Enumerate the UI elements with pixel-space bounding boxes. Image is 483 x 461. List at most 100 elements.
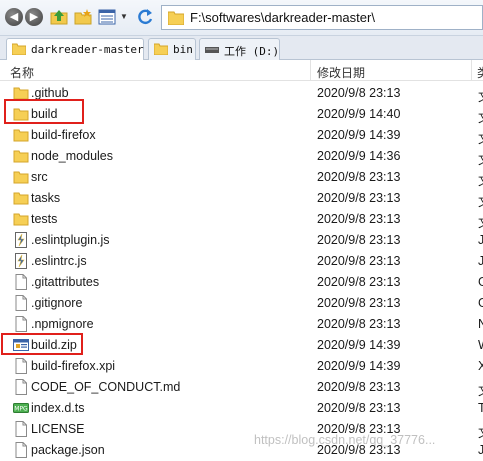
address-path: F:\softwares\darkreader-master\ (190, 10, 375, 25)
folder-icon (13, 127, 29, 143)
column-name-header[interactable]: 名称 (10, 64, 34, 81)
file-modified-date: 2020/9/8 23:13 (317, 275, 401, 289)
blank-file-icon (13, 316, 29, 332)
file-row[interactable]: .npmignore 2020/9/8 23:13 N (0, 314, 483, 335)
file-name: src (31, 170, 48, 184)
file-name: package.json (31, 443, 105, 457)
column-divider[interactable] (310, 60, 311, 81)
folder-icon (13, 148, 29, 164)
file-type: T (478, 401, 483, 415)
file-type: 文 (478, 422, 483, 441)
column-header: 名称 修改日期 类 (0, 60, 483, 81)
file-modified-date: 2020/9/8 23:13 (317, 170, 401, 184)
back-arrow-icon: ◀ (9, 10, 19, 23)
highlight-box (4, 99, 84, 124)
file-name: .gitignore (31, 296, 83, 310)
view-mode-icon[interactable] (98, 8, 116, 26)
blank-file-icon (13, 274, 29, 290)
file-row[interactable]: MPG index.d.ts 2020/9/8 23:13 T (0, 398, 483, 419)
js-file-icon (13, 253, 29, 269)
file-modified-date: 2020/9/9 14:39 (317, 359, 401, 373)
forward-arrow-icon: ▶ (29, 10, 39, 23)
watermark: https://blog.csdn.net/qq_37776... (254, 433, 436, 447)
blank-file-icon (13, 442, 29, 458)
tab-darkreader-master[interactable]: darkreader-master (6, 38, 144, 61)
file-name: .eslintplugin.js (31, 233, 110, 247)
refresh-icon[interactable] (136, 8, 154, 26)
file-name: node_modules (31, 149, 114, 163)
blank-file-icon (13, 421, 29, 437)
tab-bin[interactable]: bin (148, 38, 196, 60)
blank-file-icon (13, 379, 29, 395)
tab-drive-d[interactable]: 工作 (D:) (199, 38, 280, 60)
back-button[interactable]: ◀ (5, 8, 23, 26)
file-modified-date: 2020/9/8 23:13 (317, 296, 401, 310)
chevron-down-icon[interactable]: ▼ (120, 12, 130, 22)
file-row[interactable]: tasks 2020/9/8 23:13 文 (0, 188, 483, 209)
file-type: 文 (478, 170, 483, 189)
file-modified-date: 2020/9/9 14:40 (317, 107, 401, 121)
file-row[interactable]: tests 2020/9/8 23:13 文 (0, 209, 483, 230)
tab-label: bin (173, 43, 193, 56)
file-name: CODE_OF_CONDUCT.md (31, 380, 181, 394)
file-row[interactable]: .eslintplugin.js 2020/9/8 23:13 J (0, 230, 483, 251)
file-row[interactable]: .gitignore 2020/9/8 23:13 G (0, 293, 483, 314)
blank-file-icon (13, 358, 29, 374)
column-modified-header[interactable]: 修改日期 (317, 64, 365, 81)
file-type: J (478, 443, 483, 457)
file-type: 文 (478, 128, 483, 147)
file-name: build-firefox.xpi (31, 359, 116, 373)
new-folder-icon[interactable] (74, 8, 92, 26)
js-file-icon (13, 232, 29, 248)
file-type: J (478, 233, 483, 247)
forward-button[interactable]: ▶ (25, 8, 43, 26)
file-modified-date: 2020/9/9 14:36 (317, 149, 401, 163)
folder-icon (154, 43, 168, 55)
file-type: 文 (478, 86, 483, 105)
file-modified-date: 2020/9/8 23:13 (317, 86, 401, 100)
file-type: 文 (478, 212, 483, 231)
file-type: 文 (478, 380, 483, 399)
column-type-header[interactable]: 类 (477, 64, 483, 81)
folder-icon (13, 169, 29, 185)
column-divider[interactable] (471, 60, 472, 81)
file-modified-date: 2020/9/8 23:13 (317, 233, 401, 247)
file-list: .github2020/9/8 23:13文build2020/9/9 14:4… (0, 81, 483, 461)
file-name: .npmignore (31, 317, 94, 331)
file-modified-date: 2020/9/9 14:39 (317, 338, 401, 352)
file-modified-date: 2020/9/8 23:13 (317, 254, 401, 268)
file-name: LICENSE (31, 422, 85, 436)
file-row[interactable]: node_modules 2020/9/9 14:36 文 (0, 146, 483, 167)
file-modified-date: 2020/9/8 23:13 (317, 380, 401, 394)
file-type: G (478, 296, 483, 310)
file-row[interactable]: src 2020/9/8 23:13 文 (0, 167, 483, 188)
file-row[interactable]: .gitattributes 2020/9/8 23:13 G (0, 272, 483, 293)
file-type: W (478, 338, 483, 352)
file-row[interactable]: build-firefox 2020/9/9 14:39 文 (0, 125, 483, 146)
toolbar: ◀ ▶ ▼ F:\softwares\darkreader-master\ (0, 0, 483, 36)
tab-strip: darkreader-master bin 工作 (D:) (0, 36, 483, 61)
file-type: 文 (478, 107, 483, 126)
file-modified-date: 2020/9/8 23:13 (317, 191, 401, 205)
file-modified-date: 2020/9/8 23:13 (317, 317, 401, 331)
up-folder-icon[interactable] (50, 8, 68, 26)
file-modified-date: 2020/9/8 23:13 (317, 212, 401, 226)
file-type: 文 (478, 191, 483, 210)
file-name: .gitattributes (31, 275, 100, 289)
file-type: J (478, 254, 483, 268)
file-row[interactable]: .eslintrc.js 2020/9/8 23:13 J (0, 251, 483, 272)
folder-icon (13, 190, 29, 206)
file-row[interactable]: build-firefox.xpi 2020/9/9 14:39 X (0, 356, 483, 377)
file-modified-date: 2020/9/9 14:39 (317, 128, 401, 142)
file-name: tasks (31, 191, 61, 205)
file-row[interactable]: CODE_OF_CONDUCT.md 2020/9/8 23:13 文 (0, 377, 483, 398)
tab-label: darkreader-master (31, 43, 144, 56)
tab-label: 工作 (D:) (224, 45, 280, 58)
folder-icon (12, 43, 26, 55)
media-file-icon: MPG (13, 400, 29, 416)
file-name: tests (31, 212, 58, 226)
file-type: N (478, 317, 483, 331)
folder-icon (13, 211, 29, 227)
address-bar[interactable]: F:\softwares\darkreader-master\ (161, 5, 483, 30)
file-type: 文 (478, 149, 483, 168)
